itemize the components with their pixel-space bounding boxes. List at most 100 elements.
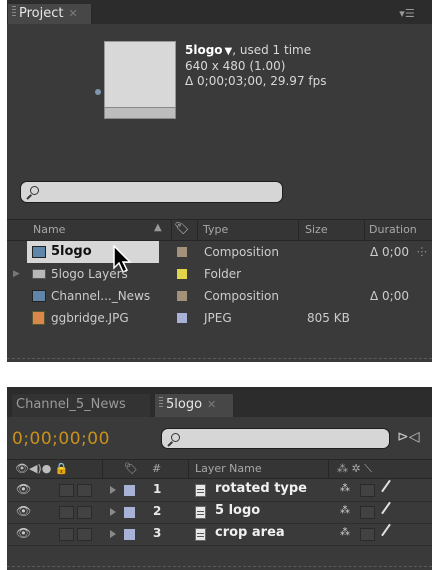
item-type: Composition [204, 289, 279, 303]
item-name: 5logo Layers [51, 267, 128, 281]
info-duration: Δ 0;00;03;00, 29.97 fps [185, 74, 327, 88]
tab-label: Channel_5_News [16, 397, 126, 412]
label-swatch[interactable] [177, 291, 187, 301]
shy-switch-icon[interactable]: ⁂ [340, 505, 350, 516]
layer-number: 2 [153, 504, 162, 518]
solo-toggle[interactable] [59, 484, 74, 497]
list-item[interactable]: ▶ 5logo Layers Folder [7, 263, 432, 285]
label-swatch[interactable] [124, 507, 135, 518]
lock-toggle[interactable] [77, 484, 92, 497]
column-number[interactable]: # [152, 462, 161, 475]
quality-slash-icon[interactable] [381, 501, 391, 515]
tab-label: Project [19, 6, 64, 21]
quality-switch[interactable] [360, 506, 375, 519]
column-name[interactable]: Name [33, 223, 65, 236]
shy-switch-icon[interactable]: ⁂ [340, 483, 350, 494]
shy-switch-icon[interactable]: ⁂ [340, 527, 350, 538]
logo-dot-icon [95, 89, 101, 95]
expand-arrow-icon[interactable] [110, 486, 116, 494]
label-swatch[interactable] [177, 269, 187, 279]
panel-menu-icon[interactable]: ▾☰ [396, 7, 418, 20]
sort-ascending-icon[interactable]: ▲ [154, 222, 162, 233]
grip-icon [12, 6, 16, 18]
table-row[interactable]: 👁 1 rotated type ⁂ [7, 479, 432, 502]
column-type[interactable]: Type [203, 223, 228, 236]
quality-slash-icon[interactable] [381, 479, 391, 493]
grip-icon [159, 397, 163, 409]
timeline-panel: Channel_5_News 5logo ✕ 0;00;00;00 ⊳◁ 👁◀)●… [7, 387, 432, 570]
table-row[interactable]: 👁 3 crop area ⁂ [7, 523, 432, 546]
quality-switch[interactable] [360, 528, 375, 541]
column-duration[interactable]: Duration [369, 223, 417, 236]
folder-icon [32, 269, 46, 279]
layer-number: 3 [153, 526, 162, 540]
quality-switch[interactable] [360, 484, 375, 497]
item-duration: Δ 0;00 [370, 245, 409, 259]
item-size: 805 KB [307, 311, 350, 325]
composition-icon [32, 246, 46, 258]
project-panel: Project ✕ ▾☰ 5logo ▼, used 1 time 640 x 48… [7, 0, 432, 362]
eye-icon[interactable]: 👁 [16, 482, 31, 496]
close-icon[interactable]: ✕ [207, 398, 216, 411]
eye-icon[interactable]: 👁 [16, 526, 31, 540]
solo-toggle[interactable] [59, 528, 74, 541]
label-swatch[interactable] [124, 529, 135, 540]
timecode-display[interactable]: 0;00;00;00 [12, 429, 110, 449]
thumbnail-preview [104, 41, 176, 113]
panel-divider [7, 566, 432, 568]
tab-label: 5logo [166, 397, 203, 412]
comp-flowchart-icon[interactable]: ⊳◁ [397, 429, 420, 445]
project-tab-bar: Project ✕ ▾☰ [7, 0, 432, 24]
item-type: Folder [204, 267, 242, 281]
timeline-search-input[interactable] [161, 428, 390, 449]
av-features-icons: 👁◀)● 🔒 [15, 462, 69, 475]
label-swatch[interactable] [124, 485, 135, 496]
thumbnail-bar [104, 107, 176, 119]
list-item[interactable]: ggbridge.JPG JPEG 805 KB [7, 307, 432, 329]
layer-column-header: 👁◀)● 🔒 🏷 # Layer Name ⁂ ✲ ⟍ [7, 459, 432, 479]
label-swatch[interactable] [177, 313, 187, 323]
layer-name[interactable]: rotated type [215, 481, 307, 496]
switches-icons: ⁂ ✲ ⟍ [337, 462, 372, 475]
info-usage: , used 1 time [232, 43, 312, 57]
label-swatch[interactable] [177, 247, 187, 257]
item-type: JPEG [204, 311, 232, 325]
composition-icon [195, 484, 206, 497]
composition-icon [195, 528, 206, 541]
list-item[interactable]: 5logo Composition Δ 0;00 ⸭ [7, 241, 432, 274]
label-tag-icon[interactable]: 🏷 [174, 221, 189, 235]
expand-arrow-icon[interactable] [110, 508, 116, 516]
image-icon [32, 311, 45, 325]
project-search-input[interactable] [20, 181, 283, 203]
lock-toggle[interactable] [77, 528, 92, 541]
flowchart-icon[interactable]: ⸭ [417, 241, 427, 263]
panel-divider [7, 358, 432, 360]
item-name: Channel..._News [51, 289, 151, 303]
item-type: Composition [204, 245, 279, 259]
tab-channel-5-news[interactable]: Channel_5_News [11, 393, 151, 417]
item-duration: Δ 0;00 [370, 289, 409, 303]
expand-arrow-icon[interactable] [110, 530, 116, 538]
list-item[interactable]: Channel..._News Composition Δ 0;00 [7, 285, 432, 307]
solo-toggle[interactable] [59, 506, 74, 519]
item-info-title: 5logo ▼, used 1 time [185, 43, 311, 59]
expand-arrow-icon[interactable]: ▶ [13, 263, 20, 285]
timeline-tab-bar: Channel_5_News 5logo ✕ [7, 387, 432, 417]
tab-project[interactable]: Project ✕ [7, 3, 92, 24]
search-icon [30, 186, 39, 195]
composition-icon [195, 506, 206, 519]
lock-toggle[interactable] [77, 506, 92, 519]
label-tag-icon: 🏷 [124, 462, 138, 475]
tab-5logo[interactable]: 5logo ✕ [154, 393, 234, 417]
quality-slash-icon[interactable] [381, 523, 391, 537]
layer-name[interactable]: 5 logo [215, 503, 260, 518]
info-name: 5logo [185, 43, 223, 57]
eye-icon[interactable]: 👁 [16, 504, 31, 518]
layer-name[interactable]: crop area [215, 525, 285, 540]
item-name: ggbridge.JPG [51, 311, 129, 325]
column-size[interactable]: Size [305, 223, 328, 236]
info-dimensions: 640 x 480 (1.00) [185, 59, 286, 73]
close-icon[interactable]: ✕ [68, 7, 77, 20]
table-row[interactable]: 👁 2 5 logo ⁂ [7, 501, 432, 524]
column-layer-name[interactable]: Layer Name [195, 462, 262, 475]
